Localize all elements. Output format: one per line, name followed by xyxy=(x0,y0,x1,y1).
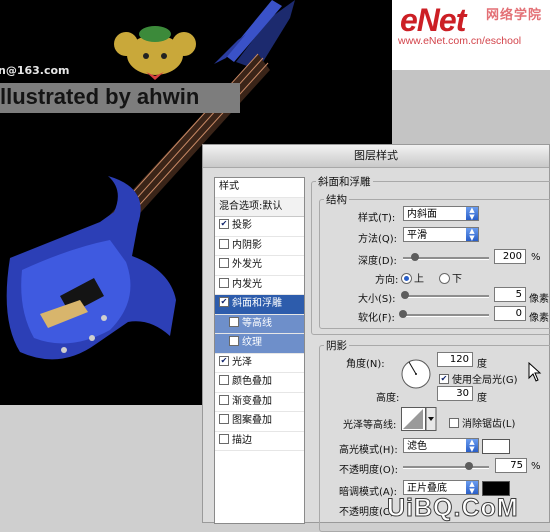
blending-options-item[interactable]: 混合选项:默认 xyxy=(215,197,304,217)
global-light-option[interactable]: ✔ 使用全局光(G) xyxy=(439,371,518,386)
depth-unit: % xyxy=(531,252,541,263)
depth-slider-knob[interactable] xyxy=(411,253,419,261)
select-arrow-icon: ▲ ▼ xyxy=(466,439,478,452)
style-item-stroke[interactable]: 描边 xyxy=(215,432,304,451)
style-item-contour[interactable]: 等高线 xyxy=(215,314,304,334)
altitude-label: 高度: xyxy=(376,393,400,404)
gloss-contour-picker[interactable] xyxy=(401,407,437,431)
altitude-unit: 度 xyxy=(477,393,487,404)
checkbox-icon[interactable] xyxy=(229,336,239,346)
angle-unit: 度 xyxy=(477,359,487,370)
shading-title: 阴影 xyxy=(324,338,349,353)
angle-dial-icon[interactable] xyxy=(400,358,432,390)
site-logo: eNet xyxy=(400,2,466,38)
checkbox-icon[interactable] xyxy=(229,316,239,327)
style-item-inner-shadow[interactable]: 内阴影 xyxy=(215,237,304,256)
technique-label: 方法(Q): xyxy=(358,234,398,245)
antialias-option[interactable]: 消除锯齿(L) xyxy=(449,415,515,430)
style-select[interactable]: 内斜面 ▲ ▼ xyxy=(403,206,479,221)
altitude-input[interactable]: 30 xyxy=(437,386,473,401)
layer-style-dialog: 图层样式 样式 混合选项:默认 ✔ 投影 内阴影 外发光 内发光 ✔ 斜面和浮雕 等… xyxy=(202,144,550,532)
style-item-texture[interactable]: 纹理 xyxy=(215,334,304,354)
structure-title: 结构 xyxy=(324,192,349,207)
checkbox-icon[interactable]: ✔ xyxy=(219,297,229,307)
bevel-emboss-title: 斜面和浮雕 xyxy=(316,174,373,189)
checkbox-icon[interactable] xyxy=(219,258,229,268)
mouse-cursor-icon xyxy=(528,362,542,382)
depth-input[interactable]: 200 xyxy=(494,249,526,264)
style-item-satin[interactable]: ✔ 光泽 xyxy=(215,354,304,373)
styles-header[interactable]: 样式 xyxy=(215,178,304,198)
direction-label: 方向: xyxy=(375,275,399,286)
soften-unit: 像素 xyxy=(529,313,549,324)
highlight-opacity-label: 不透明度(O): xyxy=(339,465,399,476)
highlight-opacity-unit: % xyxy=(531,461,541,472)
checkbox-icon[interactable] xyxy=(219,433,229,444)
style-item-drop-shadow[interactable]: ✔ 投影 xyxy=(215,217,304,237)
highlight-opacity-slider-knob[interactable] xyxy=(465,462,473,470)
size-label: 大小(S): xyxy=(358,294,396,305)
style-item-outer-glow[interactable]: 外发光 xyxy=(215,256,304,276)
site-logo-cn: 网络学院 xyxy=(486,8,543,23)
technique-select[interactable]: 平滑 ▲ ▼ xyxy=(403,227,479,242)
banner-text: llustrated by ahwin xyxy=(0,84,200,109)
select-arrow-icon: ▲ ▼ xyxy=(466,481,478,494)
style-item-color-overlay[interactable]: 颜色叠加 xyxy=(215,373,304,393)
checkbox-icon[interactable] xyxy=(219,414,229,424)
styles-list: 样式 混合选项:默认 ✔ 投影 内阴影 外发光 内发光 ✔ 斜面和浮雕 等高线 纹理… xyxy=(214,177,305,524)
style-item-bevel-emboss[interactable]: ✔ 斜面和浮雕 xyxy=(215,295,304,315)
angle-label: 角度(N): xyxy=(346,359,385,370)
checkbox-icon[interactable] xyxy=(219,394,229,405)
checkbox-icon[interactable]: ✔ xyxy=(219,219,229,229)
highlight-mode-label: 高光模式(H): xyxy=(339,445,398,456)
checkbox-icon[interactable]: ✔ xyxy=(439,374,449,384)
shadow-opacity-label: 不透明度(C) xyxy=(339,507,394,518)
radio-icon[interactable] xyxy=(439,272,450,284)
soften-slider[interactable] xyxy=(403,314,489,317)
style-label: 样式(T): xyxy=(358,213,396,224)
soften-label: 软化(F): xyxy=(358,313,395,324)
shadow-mode-select[interactable]: 正片叠底 ▲ ▼ xyxy=(403,480,479,495)
size-unit: 像素 xyxy=(529,294,549,305)
gloss-contour-label: 光泽等高线: xyxy=(343,420,397,431)
direction-down-option[interactable]: 下 xyxy=(439,270,462,285)
highlight-opacity-slider[interactable] xyxy=(403,466,489,469)
angle-input[interactable]: 120 xyxy=(437,352,473,367)
select-arrow-icon: ▲ ▼ xyxy=(466,228,478,241)
radio-icon[interactable] xyxy=(401,272,412,284)
checkbox-icon[interactable] xyxy=(219,375,229,385)
soften-slider-knob[interactable] xyxy=(399,310,407,318)
depth-label: 深度(D): xyxy=(358,256,397,267)
highlight-color-swatch[interactable] xyxy=(482,439,510,454)
size-slider-knob[interactable] xyxy=(401,291,409,299)
select-arrow-icon: ▲ ▼ xyxy=(466,207,478,220)
size-input[interactable]: 5 xyxy=(494,287,526,302)
checkbox-icon[interactable] xyxy=(219,277,229,288)
style-item-inner-glow[interactable]: 内发光 xyxy=(215,276,304,295)
checkbox-icon[interactable] xyxy=(219,238,229,249)
size-slider[interactable] xyxy=(403,295,489,298)
watermark-text: UiBQ.CoM xyxy=(387,494,519,523)
checkbox-icon[interactable] xyxy=(449,418,459,428)
site-url: www.eNet.com.cn/eschool xyxy=(398,35,522,47)
checkbox-icon[interactable]: ✔ xyxy=(219,355,229,366)
style-item-pattern-overlay[interactable]: 图案叠加 xyxy=(215,412,304,432)
highlight-mode-select[interactable]: 滤色 ▲ ▼ xyxy=(403,438,479,453)
soften-input[interactable]: 0 xyxy=(494,306,526,321)
style-item-gradient-overlay[interactable]: 渐变叠加 xyxy=(215,393,304,412)
dialog-title[interactable]: 图层样式 xyxy=(203,145,549,168)
highlight-opacity-input[interactable]: 75 xyxy=(495,458,527,473)
direction-up-option[interactable]: 上 xyxy=(401,270,424,285)
email-text: n@163.com xyxy=(0,64,70,77)
